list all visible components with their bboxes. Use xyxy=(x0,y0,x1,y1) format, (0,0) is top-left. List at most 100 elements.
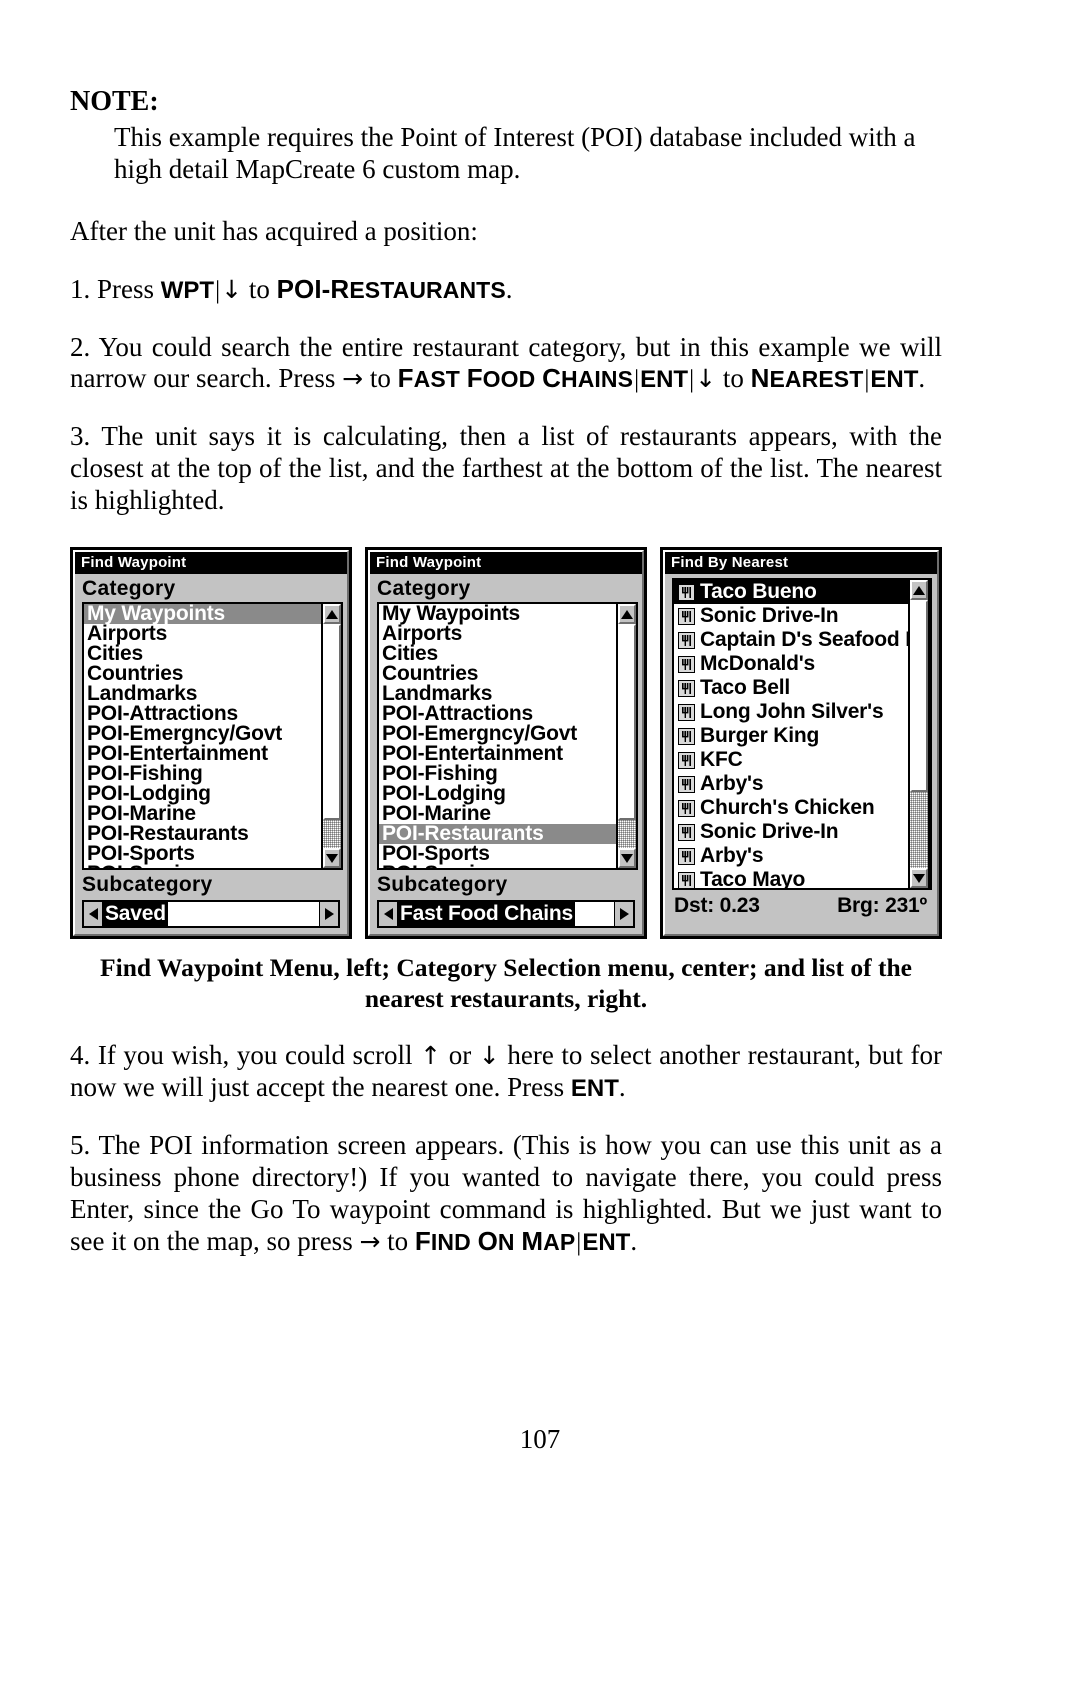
spinner-next-button[interactable] xyxy=(319,902,338,927)
list-item[interactable]: Cities xyxy=(379,643,616,665)
list-item[interactable]: POI-Sports xyxy=(379,843,616,865)
list-item[interactable]: Church's Chicken xyxy=(674,796,908,820)
list-item[interactable]: POI-Restaurants xyxy=(84,823,321,845)
key-ent: ENT xyxy=(570,1075,619,1103)
triangle-left-icon xyxy=(88,908,98,921)
restaurant-icon xyxy=(678,703,695,721)
scroll-down-button[interactable] xyxy=(323,848,341,869)
list-item[interactable]: POI-Marine xyxy=(84,803,321,825)
list-item[interactable]: POI-Lodging xyxy=(84,783,321,805)
list-item[interactable]: Sonic Drive-In xyxy=(674,604,908,628)
restaurant-icon xyxy=(678,871,695,889)
list-item[interactable]: Taco Mayo xyxy=(674,868,908,889)
list-item[interactable]: Landmarks xyxy=(379,683,616,705)
step-4-paragraph: 4. If you wish, you could scroll ↑ or ↓ … xyxy=(70,1040,942,1104)
list-item[interactable]: Airports xyxy=(379,623,616,645)
list-item[interactable]: Arby's xyxy=(674,772,908,796)
menu-fast: FAST xyxy=(397,363,460,394)
key-ent: ENT xyxy=(582,1228,631,1256)
list-item[interactable]: My Waypoints xyxy=(379,604,616,625)
spinner-prev-button[interactable] xyxy=(84,902,103,927)
scrollbar-thumb[interactable] xyxy=(323,624,341,821)
list-item[interactable]: Countries xyxy=(84,663,321,685)
nearest-results-list[interactable]: Taco Bueno Sonic Drive-In Captain D's Se… xyxy=(672,578,932,891)
list-item-label: Long John Silver's xyxy=(700,700,884,724)
list-item[interactable]: POI-Entertainment xyxy=(84,743,321,765)
triangle-up-icon xyxy=(326,609,338,619)
category-list-center[interactable]: My Waypoints Airports Cities Countries L… xyxy=(377,602,638,871)
restaurant-icon xyxy=(678,655,695,673)
restaurant-icon xyxy=(678,799,695,817)
list-item[interactable]: POI-Lodging xyxy=(379,783,616,805)
list-item-label: Burger King xyxy=(700,724,820,748)
list-item[interactable]: POI-Fishing xyxy=(379,763,616,785)
list-item[interactable]: POI-Services xyxy=(84,863,321,869)
scroll-up-button[interactable] xyxy=(618,604,636,625)
scroll-up-button[interactable] xyxy=(323,604,341,625)
restaurant-icon xyxy=(678,583,695,601)
category-list-items-left: My Waypoints Airports Cities Countries L… xyxy=(84,604,321,869)
list-item[interactable]: POI-Emergncy/Govt xyxy=(84,723,321,745)
scrollbar-track[interactable] xyxy=(618,820,636,849)
list-item[interactable]: Taco Bell xyxy=(674,676,908,700)
scroll-down-button[interactable] xyxy=(910,868,928,889)
list-item[interactable]: Long John Silver's xyxy=(674,700,908,724)
list-item[interactable]: KFC xyxy=(674,748,908,772)
right-arrow-icon: → xyxy=(359,1226,381,1256)
list-item[interactable]: My Waypoints xyxy=(84,604,321,625)
restaurant-icon xyxy=(678,823,695,841)
list-item[interactable]: Sonic Drive-In xyxy=(674,820,908,844)
list-item[interactable]: POI-Emergncy/Govt xyxy=(379,723,616,745)
list-item[interactable]: POI-Attractions xyxy=(84,703,321,725)
scrollbar-track[interactable] xyxy=(910,792,928,869)
scrollbar-thumb[interactable] xyxy=(910,600,928,793)
list-item[interactable]: Countries xyxy=(379,663,616,685)
list-item-label: Arby's xyxy=(700,772,764,796)
screen-find-by-nearest-right: Find By Nearest Taco Bueno Sonic Drive-I… xyxy=(660,546,942,940)
step-2-text-b: to xyxy=(363,363,398,394)
step-5-period: . xyxy=(630,1225,638,1256)
list-item[interactable]: Captain D's Seafood I xyxy=(674,628,908,652)
scrollbar-center[interactable] xyxy=(616,604,638,869)
subcategory-value-left: Saved xyxy=(103,902,168,927)
scrollbar-right[interactable] xyxy=(908,580,930,889)
list-item[interactable]: POI-Restaurants xyxy=(379,823,616,845)
menu-chains: CHAINS xyxy=(542,363,634,394)
nearest-results-items: Taco Bueno Sonic Drive-In Captain D's Se… xyxy=(674,580,908,889)
down-arrow-icon: ↓ xyxy=(221,274,243,304)
screen-title-center: Find Waypoint xyxy=(370,551,642,575)
scroll-down-button[interactable] xyxy=(618,848,636,869)
scrollbar-thumb[interactable] xyxy=(618,624,636,821)
list-item[interactable]: Cities xyxy=(84,643,321,665)
down-arrow-icon: ↓ xyxy=(695,364,717,394)
scroll-up-button[interactable] xyxy=(910,580,928,601)
list-item[interactable]: Taco Bueno xyxy=(674,580,908,605)
subcategory-spinner-center[interactable]: Fast Food Chains xyxy=(377,900,635,929)
list-item[interactable]: POI-Entertainment xyxy=(379,743,616,765)
scrollbar-track[interactable] xyxy=(323,820,341,849)
category-label-center: Category xyxy=(370,574,642,603)
list-item[interactable]: Arby's xyxy=(674,844,908,868)
subcategory-label-center: Subcategory xyxy=(370,870,642,899)
category-list-left[interactable]: My Waypoints Airports Cities Countries L… xyxy=(82,602,343,871)
spinner-prev-button[interactable] xyxy=(379,902,398,927)
list-item[interactable]: POI-Fishing xyxy=(84,763,321,785)
screen-find-waypoint-left: Find Waypoint Category My Waypoints Airp… xyxy=(70,546,352,940)
menu-food: FOOD xyxy=(466,363,536,394)
subcategory-spinner-left[interactable]: Saved xyxy=(82,900,340,929)
list-item[interactable]: Burger King xyxy=(674,724,908,748)
list-item[interactable]: POI-Sports xyxy=(84,843,321,865)
list-item[interactable]: POI-Services xyxy=(379,863,616,869)
list-item[interactable]: McDonald's xyxy=(674,652,908,676)
step-1-prefix: 1. Press xyxy=(70,273,161,304)
scrollbar-left[interactable] xyxy=(321,604,343,869)
list-item[interactable]: Airports xyxy=(84,623,321,645)
list-item[interactable]: POI-Marine xyxy=(379,803,616,825)
subcategory-value-center: Fast Food Chains xyxy=(398,902,575,927)
page-content: NOTE: This example requires the Point of… xyxy=(70,86,942,1258)
triangle-up-icon xyxy=(913,585,925,595)
list-item[interactable]: Landmarks xyxy=(84,683,321,705)
spinner-next-button[interactable] xyxy=(614,902,633,927)
triangle-down-icon xyxy=(326,853,338,863)
list-item[interactable]: POI-Attractions xyxy=(379,703,616,725)
